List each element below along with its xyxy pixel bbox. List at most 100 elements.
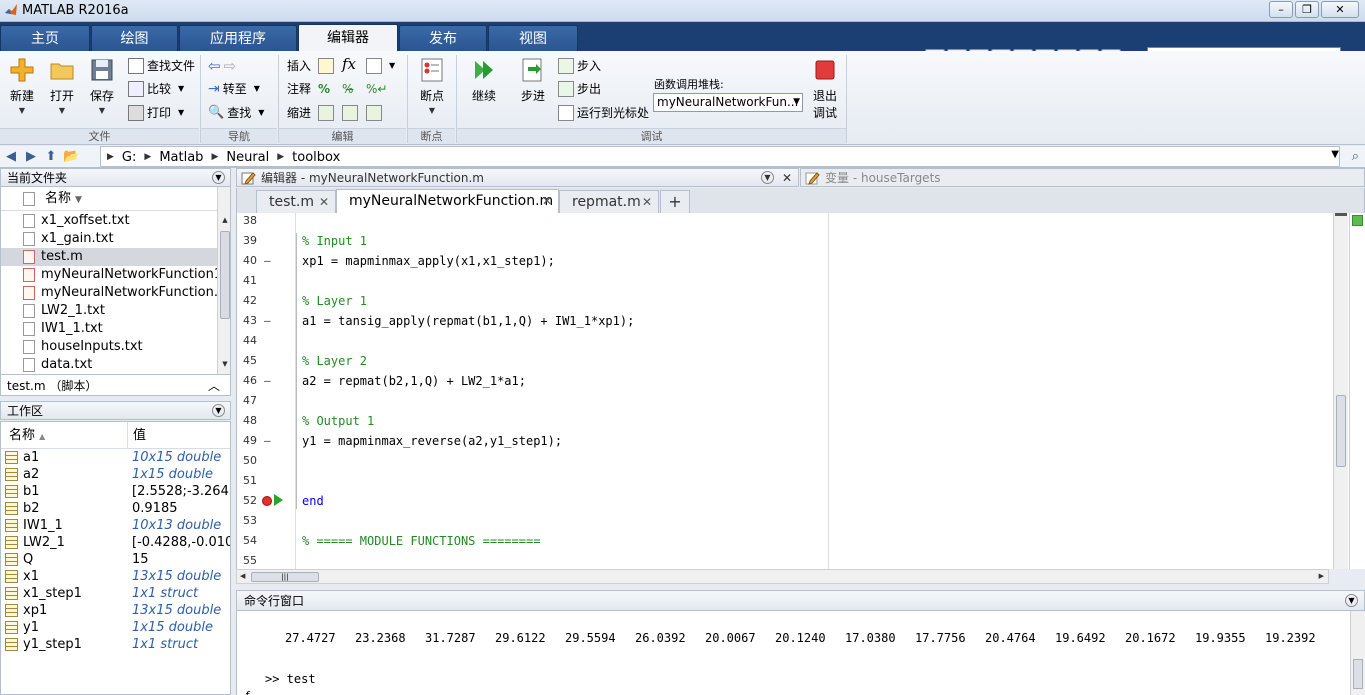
code-line[interactable]: 47 [237, 391, 1347, 411]
line-number[interactable]: 45 [237, 351, 257, 371]
file-item[interactable]: IW1_1.txt [1, 320, 217, 338]
back-arrow-icon[interactable]: ⇦ [208, 56, 221, 76]
line-number[interactable]: 40 [237, 251, 257, 271]
panel-actions-icon[interactable]: ▼ [1345, 594, 1358, 607]
variable-row[interactable]: y1_step1 1x1 struct [1, 636, 230, 653]
code-line[interactable]: 42 % Layer 1 [237, 291, 1347, 311]
insert-fx-icon[interactable]: ▼ [366, 56, 395, 76]
file-item[interactable]: myNeuralNetworkFunction1... [1, 266, 217, 284]
tab-home[interactable]: 主页 [0, 25, 90, 51]
variable-row[interactable]: IW1_1 10x13 double [1, 517, 230, 534]
scroll-up-icon[interactable]: ▲ [218, 213, 230, 227]
line-number[interactable]: 46 [237, 371, 257, 391]
executable-line-marker[interactable]: – [264, 431, 271, 451]
find-button[interactable]: 🔍 查找 ▼ [208, 103, 264, 123]
tab-publish[interactable]: 发布 [399, 25, 487, 51]
line-number[interactable]: 50 [237, 451, 257, 471]
callstack-dropdown[interactable]: myNeuralNetworkFun... ▼ [653, 93, 803, 112]
tab-plots[interactable]: 绘图 [91, 25, 178, 51]
line-number[interactable]: 51 [237, 471, 257, 491]
line-number[interactable]: 43 [237, 311, 257, 331]
variable-row[interactable]: LW2_1 [-0.4288,-0.0103,0 [1, 534, 230, 551]
breakpoint-icon[interactable] [262, 496, 272, 506]
line-number[interactable]: 41 [237, 271, 257, 291]
run-to-cursor-button[interactable]: 运行到光标处 [558, 103, 649, 123]
panel-actions-icon[interactable]: ▼ [212, 171, 225, 184]
browse-folder-icon[interactable]: 📂 [63, 149, 79, 165]
file-item[interactable]: houseInputs.txt [1, 338, 217, 356]
compare-button[interactable]: 比较 ▼ [128, 79, 184, 99]
back-forward-buttons[interactable]: ⇦ ⇨ [208, 56, 236, 76]
find-files-button[interactable]: 查找文件 [128, 56, 195, 76]
code-line[interactable]: 43– a1 = tansig_apply(repmat(b1,1,Q) + IW… [237, 311, 1347, 331]
code-line[interactable]: 45 % Layer 2 [237, 351, 1347, 371]
code-line[interactable]: 54 % ===== MODULE FUNCTIONS ======== [237, 531, 1347, 551]
file-item[interactable]: myNeuralNetworkFunction.m [1, 284, 217, 302]
chevron-up-icon[interactable]: ︿ [208, 375, 220, 397]
command-scrollbar[interactable] [1350, 611, 1365, 695]
increase-indent-icon[interactable] [366, 103, 382, 123]
command-window[interactable]: 27.4727 23.2368 31.7287 29.6122 29.5594 26.03… [236, 611, 1365, 695]
close-icon[interactable]: ✕ [782, 169, 792, 188]
new-tab-button[interactable]: + [660, 190, 690, 213]
address-dropdown-icon[interactable]: ▼ [1331, 149, 1339, 160]
quit-debugging-button[interactable]: 退出 调试 [806, 57, 844, 121]
line-number[interactable]: 44 [237, 331, 257, 351]
code-horizontal-scrollbar[interactable]: ◀ ||| ▶ [236, 569, 1329, 584]
file-item[interactable]: data.txt [1, 356, 217, 374]
scroll-right-icon[interactable]: ▶ [1319, 570, 1324, 583]
new-button[interactable]: 新建 ▼ [4, 57, 40, 115]
tab-test-m[interactable]: test.m ✕ [256, 190, 336, 213]
crumb-drive[interactable]: G: [122, 147, 136, 166]
line-number[interactable]: 42 [237, 291, 257, 311]
variable-row[interactable]: y1 1x15 double [1, 619, 230, 636]
code-line[interactable]: 41 [237, 271, 1347, 291]
tab-apps[interactable]: 应用程序 [179, 25, 297, 51]
code-line[interactable]: 52 end [237, 491, 1347, 511]
value-column-header[interactable]: 值 [133, 422, 146, 449]
uncomment-icon[interactable]: %̶ [342, 79, 353, 99]
executable-line-marker[interactable]: – [264, 371, 271, 391]
scroll-down-icon[interactable]: ▼ [218, 357, 230, 371]
search-folder-icon[interactable]: ⌕ [1352, 149, 1359, 164]
line-number[interactable]: 54 [237, 531, 257, 551]
executable-line-marker[interactable]: – [264, 311, 271, 331]
continue-button[interactable]: 继续 [466, 57, 502, 104]
close-tab-icon[interactable]: ✕ [319, 191, 329, 213]
goto-button[interactable]: ⇥ 转至 ▼ [208, 79, 260, 99]
decrease-indent-icon[interactable] [342, 103, 358, 123]
smart-indent-icon[interactable] [318, 103, 334, 123]
insert-button[interactable]: 插入 [287, 56, 311, 76]
file-item[interactable]: x1_xoffset.txt [1, 212, 217, 230]
code-line[interactable]: 46– a2 = repmat(b2,1,Q) + LW2_1*a1; [237, 371, 1347, 391]
code-editor[interactable]: 38 39% Input 1 40– xp1 = mapminmax_apply(x1… [236, 213, 1349, 569]
line-number[interactable]: 38 [237, 213, 257, 231]
close-window-button[interactable]: ✕ [1321, 1, 1359, 18]
line-number[interactable]: 49 [237, 431, 257, 451]
variable-row[interactable]: b2 0.9185 [1, 500, 230, 517]
code-line[interactable]: 49– y1 = mapminmax_reverse(a2,y1_step1); [237, 431, 1347, 451]
tab-editor[interactable]: 编辑器 [298, 24, 398, 51]
file-list-scrollbar[interactable]: ▲ ▼ [217, 187, 230, 374]
print-button[interactable]: 打印 ▼ [128, 103, 184, 123]
file-details-bar[interactable]: test.m （脚本） ︿ [0, 374, 231, 396]
panel-actions-icon[interactable]: ▼ [761, 171, 774, 184]
variable-row[interactable]: a2 1x15 double [1, 466, 230, 483]
tab-view[interactable]: 视图 [488, 25, 578, 51]
forward-icon[interactable]: ▶ [23, 149, 39, 165]
save-button[interactable]: 保存 ▼ [84, 57, 120, 115]
tab-repmat-m[interactable]: repmat.m ✕ [559, 190, 659, 213]
step-out-button[interactable]: 步出 [558, 79, 601, 99]
code-line[interactable]: 55 [237, 551, 1347, 569]
file-item[interactable]: test.m [1, 248, 217, 266]
executable-line-marker[interactable]: – [264, 251, 271, 271]
function-browser-icon[interactable]: f [245, 689, 249, 695]
line-number[interactable]: 53 [237, 511, 257, 531]
variable-row[interactable]: x1 13x15 double [1, 568, 230, 585]
line-number[interactable]: 52 [237, 491, 257, 511]
variable-row[interactable]: b1 [2.5528;-3.2645;-1 [1, 483, 230, 500]
breakpoints-button[interactable]: 断点 ▼ [414, 57, 450, 115]
code-line[interactable]: 53 [237, 511, 1347, 531]
insert-function-button[interactable]: fx [342, 54, 356, 74]
code-line[interactable]: 38 [237, 213, 1347, 231]
